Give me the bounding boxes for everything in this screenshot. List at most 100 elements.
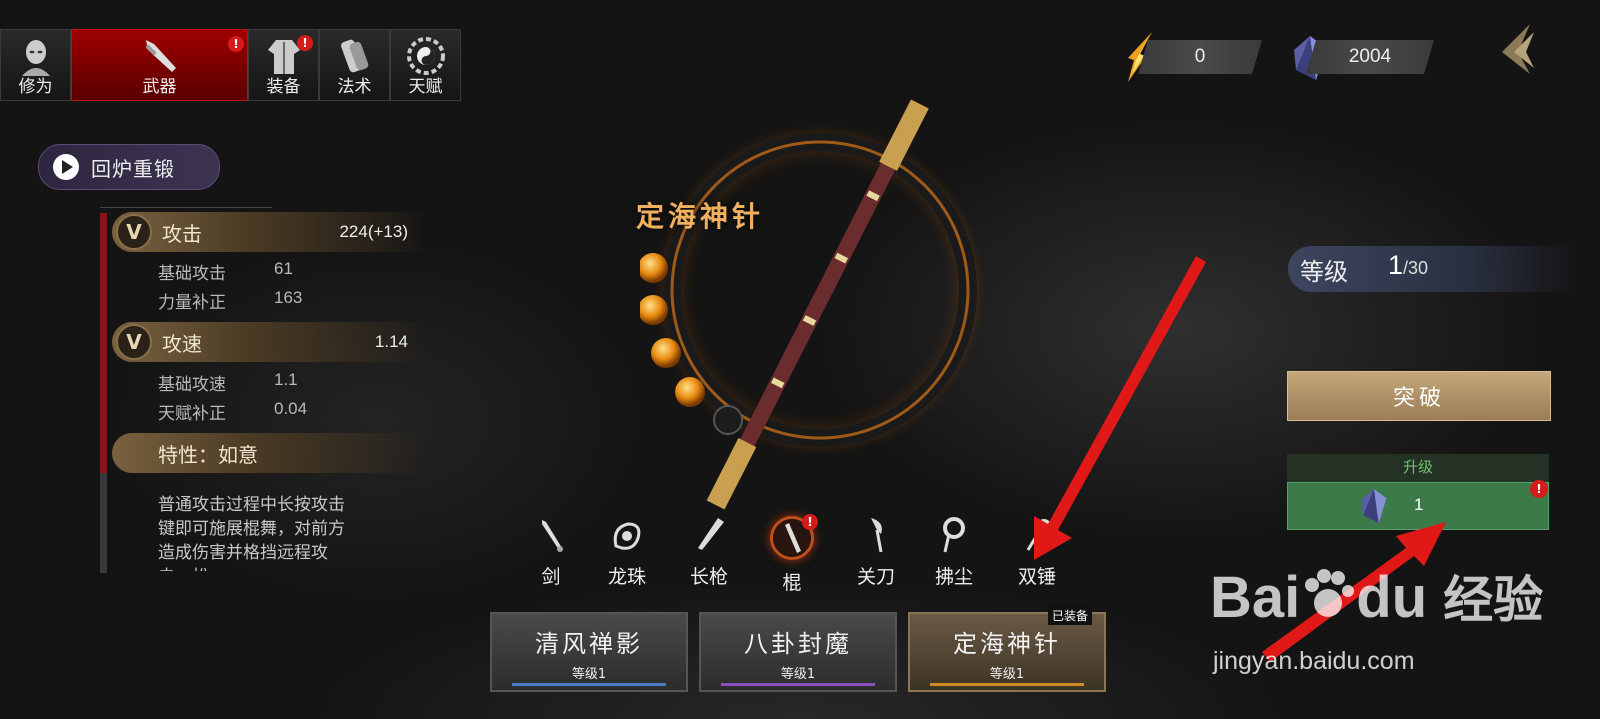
spear-icon — [698, 518, 724, 550]
stat-value: 0.04 — [274, 399, 308, 418]
stat-value: 1.1 — [274, 370, 298, 389]
level-display: 等级 1/30 — [1288, 246, 1578, 292]
weapon-type-whisk[interactable]: 拂尘 — [924, 516, 984, 589]
weapon-card-name: 清风禅影 — [535, 630, 643, 658]
speed-value: 1.14 — [374, 332, 408, 351]
chevron-down-icon: V — [116, 324, 152, 360]
weapon-type-label: 剑 — [541, 566, 561, 588]
weapon-card-name: 定海神针 — [953, 630, 1061, 658]
whisk-icon — [943, 517, 965, 553]
notification-badge: ! — [802, 514, 818, 530]
level-value: 1/30 — [1388, 250, 1428, 281]
hammer-icon — [1026, 519, 1051, 551]
chevron-down-icon: V — [116, 214, 152, 250]
attack-header[interactable]: V 攻击 224(+13) — [112, 212, 422, 252]
watermark-cn: 经验 — [1443, 571, 1544, 629]
speed-label: 攻速 — [162, 331, 202, 356]
stat-key: 基础攻击 — [158, 264, 226, 284]
weapon-type-staff[interactable]: 棍 ! — [762, 514, 822, 595]
stat-key: 基础攻速 — [158, 375, 226, 395]
upgrade-cost: 1 — [1414, 495, 1424, 514]
fire-currency: 0 — [1138, 40, 1262, 74]
watermark-brand-2: du — [1356, 565, 1428, 630]
watermark-brand: Bai — [1210, 565, 1301, 630]
monk-head-icon — [21, 40, 50, 76]
speed-header[interactable]: V 攻速 1.14 — [112, 322, 422, 362]
guandao-icon — [871, 518, 883, 553]
notification-badge: ! — [1530, 480, 1548, 498]
upgrade-button[interactable]: 1 — [1287, 482, 1549, 530]
crystal-currency: 2004 — [1306, 40, 1434, 74]
baidu-watermark: Bai du 经验 — [1210, 560, 1543, 632]
empty-slot — [713, 405, 743, 435]
weapon-card-level: 等级1 — [989, 667, 1025, 682]
sword-icon — [144, 40, 176, 72]
play-icon — [53, 154, 79, 180]
weapon-type-label: 棍 — [782, 572, 802, 594]
stat-row: 力量补正 163 — [158, 288, 302, 313]
tab-weapon[interactable]: 武器 ! — [71, 29, 248, 101]
gem-slot — [675, 377, 705, 407]
weapon-card[interactable]: 八卦封魔 等级1 — [699, 612, 897, 692]
watermark-url: jingyan.baidu.com — [1213, 647, 1415, 675]
reforge-label: 回炉重锻 — [91, 156, 175, 181]
scroll-icon — [340, 39, 368, 73]
weapon-type-guandao[interactable]: 关刀 — [846, 516, 906, 589]
weapon-type-sword[interactable]: 剑 — [521, 516, 581, 589]
rarity-line — [721, 683, 875, 686]
gem-slot — [651, 338, 681, 368]
trait-header: 特性：如意 — [112, 433, 422, 473]
stat-key: 天赋补正 — [158, 404, 226, 424]
level-current: 1 — [1388, 250, 1404, 280]
rarity-line — [512, 683, 666, 686]
stat-bar-gray — [100, 473, 107, 573]
weapon-type-spear[interactable]: 长枪 — [679, 516, 739, 589]
weapon-type-dragon-orb[interactable]: 龙珠 — [597, 516, 657, 589]
weapon-type-label: 双锤 — [1017, 566, 1056, 588]
stat-value: 61 — [274, 259, 293, 278]
bagua-icon — [406, 37, 445, 75]
category-tabs: 修为 武器 ! 装备 ! 法术 天赋 — [0, 29, 461, 101]
stat-value: 163 — [274, 288, 303, 307]
weapon-type-label: 龙珠 — [607, 566, 646, 588]
stats-panel: V 攻击 224(+13) 基础攻击 61 力量补正 163 V 攻速 1.14 基… — [100, 207, 430, 573]
dragon-orb-icon — [613, 522, 641, 550]
notification-badge: ! — [297, 35, 313, 51]
equipped-tag: 已装备 — [1048, 606, 1093, 625]
divider — [100, 207, 272, 208]
paw-icon — [1305, 569, 1355, 617]
upgrade-title: 升级 — [1402, 458, 1433, 476]
weapon-type-label: 拂尘 — [934, 566, 973, 588]
weapon-type-label: 长枪 — [689, 566, 728, 588]
weapon-name: 定海神针 — [636, 200, 765, 233]
upgrade-panel: 升级 1 ! — [1287, 454, 1549, 530]
tab-talent[interactable]: 天赋 — [390, 29, 461, 101]
stat-row: 基础攻速 1.1 — [158, 370, 298, 395]
sword-icon — [542, 520, 563, 552]
rarity-line — [930, 683, 1084, 686]
stat-row: 天赋补正 0.04 — [158, 399, 307, 424]
reforge-button[interactable]: 回炉重锻 — [38, 144, 220, 190]
notification-badge: ! — [228, 36, 244, 52]
attack-value: 224(+13) — [339, 222, 408, 241]
stat-key: 力量补正 — [158, 293, 226, 313]
weapon-card[interactable]: 清风禅影 等级1 — [490, 612, 688, 692]
stat-row: 基础攻击 61 — [158, 259, 293, 284]
weapon-card-name: 八卦封魔 — [744, 630, 852, 658]
trait-description: 普通攻击过程中长按攻击键即可施展棍舞，对前方造成伤害并格挡远程攻击，松 — [158, 495, 345, 571]
tab-spells[interactable]: 法术 — [319, 29, 390, 101]
tab-equipment[interactable]: 装备 ! — [248, 29, 319, 101]
weapon-card-level: 等级1 — [571, 667, 607, 682]
breakthrough-button[interactable]: 突破 — [1287, 371, 1551, 421]
weapon-type-label: 关刀 — [856, 566, 895, 588]
attack-label: 攻击 — [162, 221, 202, 246]
tab-cultivation[interactable]: 修为 — [0, 29, 71, 101]
weapon-display — [640, 99, 990, 510]
menu-icon[interactable] — [1490, 20, 1544, 78]
weapon-type-twin-hammers[interactable]: 双锤 — [1007, 516, 1067, 589]
stat-bar-red — [100, 213, 107, 473]
level-label: 等级 — [1300, 258, 1348, 286]
crystal-icon — [1361, 488, 1387, 524]
weapon-card-level: 等级1 — [780, 667, 816, 682]
trait-label: 特性：如意 — [158, 442, 258, 467]
